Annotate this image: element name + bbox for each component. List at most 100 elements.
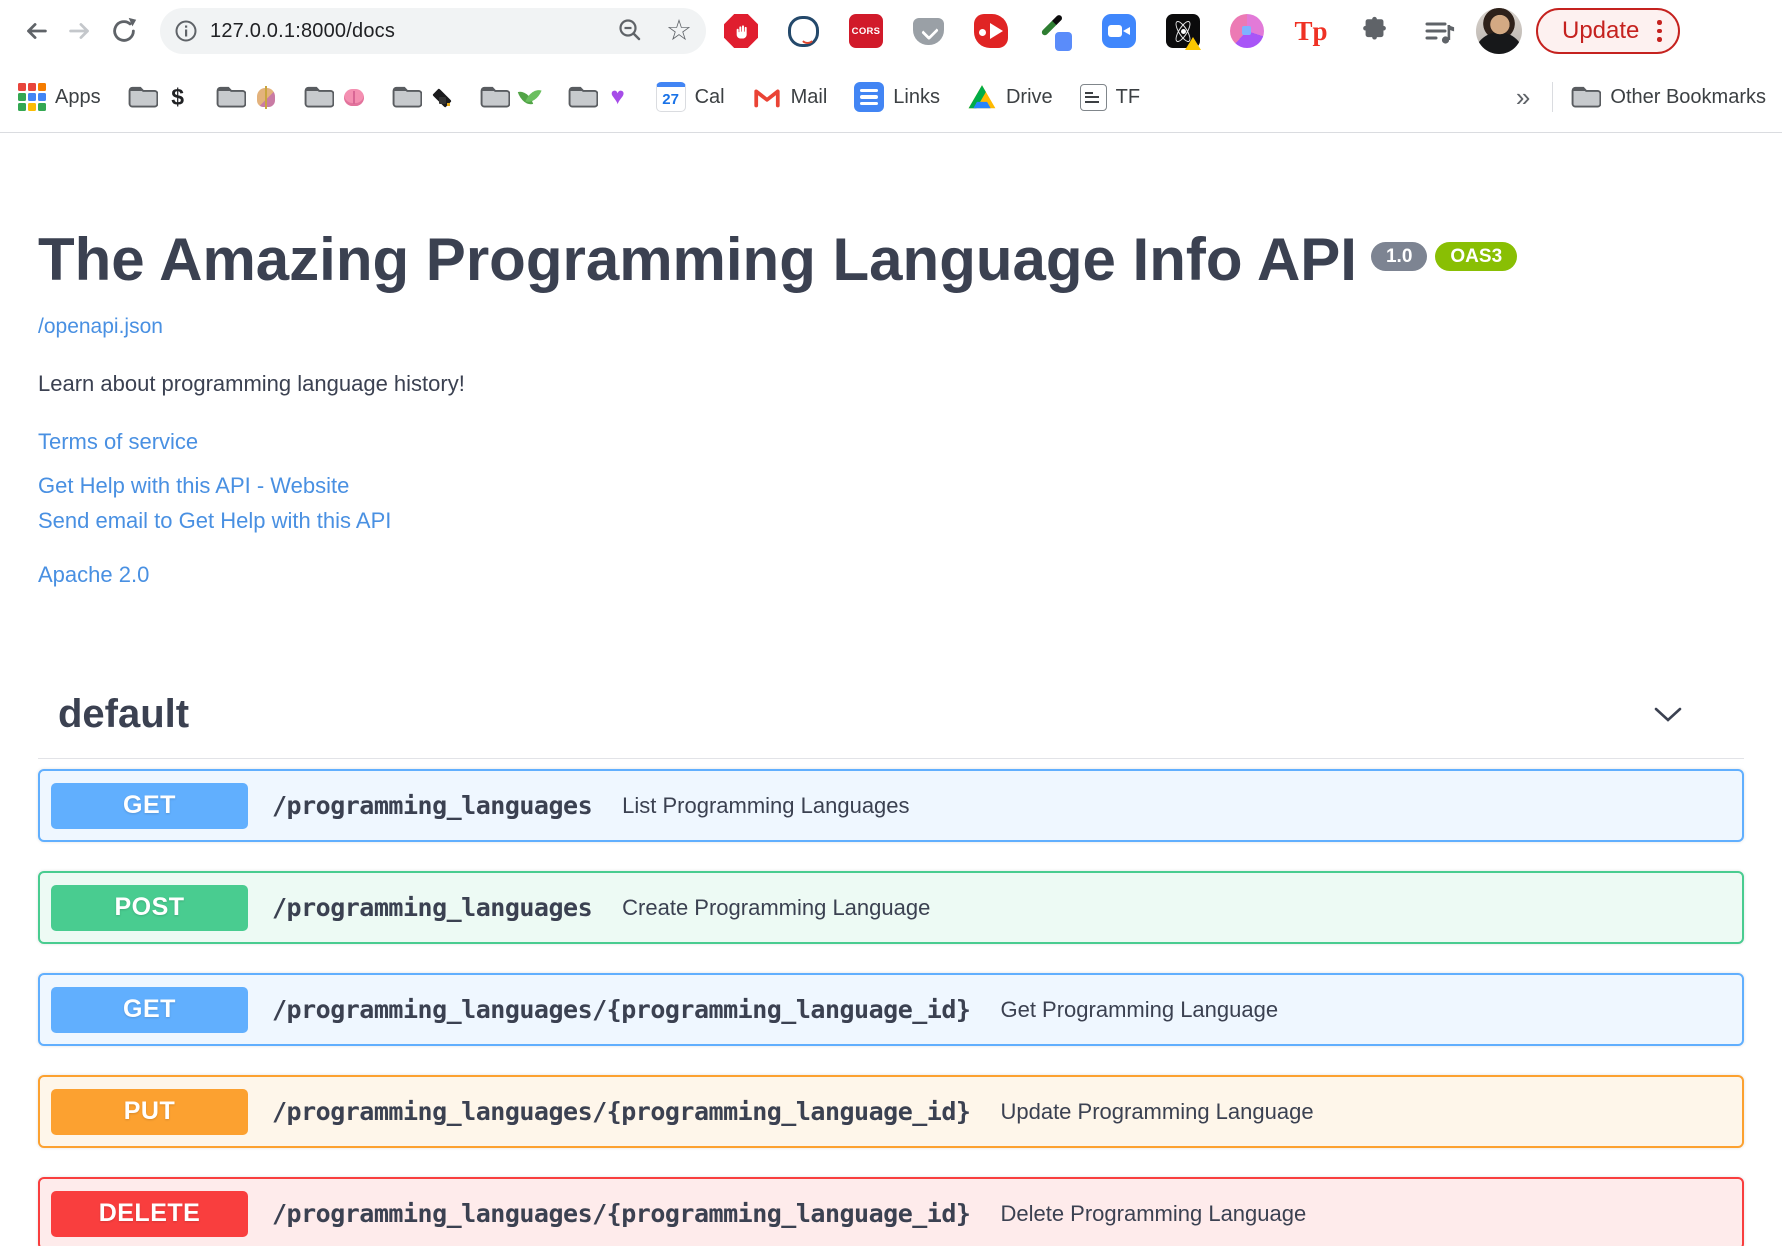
bookmark-mail[interactable]: Mail	[752, 82, 828, 112]
bookmark-label: Drive	[1005, 85, 1053, 108]
method-badge: POST	[51, 884, 248, 931]
extensions-strip: CORS Tp	[724, 14, 1456, 51]
bookmark-tf[interactable]: TF	[1079, 83, 1140, 111]
folder-icon	[392, 86, 422, 108]
chevron-down-icon[interactable]	[1654, 707, 1682, 723]
google-calendar-icon: 27	[655, 82, 686, 112]
profile-avatar[interactable]	[1476, 8, 1522, 54]
oas3-badge: OAS3	[1435, 242, 1518, 271]
version-badge: 1.0	[1370, 242, 1428, 271]
bookmark-folder-purple-heart[interactable]: ♥	[568, 85, 629, 109]
folder-icon	[480, 86, 510, 108]
terms-of-service-link[interactable]: Terms of service	[38, 429, 1744, 455]
bookmark-folder-graduation[interactable]	[392, 85, 453, 109]
google-drive-icon	[968, 85, 996, 109]
dollar-icon: $	[171, 83, 184, 110]
endpoint-row[interactable]: PUT /programming_languages/{programming_…	[38, 1075, 1744, 1148]
folder-icon	[568, 86, 598, 108]
cors-label: CORS	[851, 25, 881, 37]
method-badge: PUT	[51, 1088, 248, 1135]
extensions-puzzle-icon[interactable]	[1358, 14, 1392, 48]
openapi-json-link[interactable]: /openapi.json	[38, 315, 163, 339]
method-badge: GET	[51, 782, 248, 829]
reload-button[interactable]	[102, 9, 146, 53]
bookmarks-divider	[1552, 82, 1554, 112]
bookmark-folder-herb[interactable]	[480, 85, 541, 109]
method-badge: GET	[51, 986, 248, 1033]
bookmarks-bar: Apps $ ♥ 27 Cal Mail Links Drive TF » Ot…	[0, 62, 1782, 133]
site-info-icon[interactable]	[174, 19, 198, 43]
address-bar[interactable]: 127.0.0.1:8000/docs ☆	[160, 8, 706, 54]
apps-grid-icon	[18, 83, 46, 111]
bookmark-apps[interactable]: Apps	[18, 83, 101, 111]
endpoint-summary: List Programming Languages	[622, 792, 910, 818]
page-title: The Amazing Programming Language Info AP…	[38, 228, 1744, 291]
pocket-extension-icon[interactable]	[913, 17, 944, 45]
endpoint-path: /programming_languages	[272, 893, 593, 922]
bookmark-folder-dollar[interactable]: $	[128, 84, 189, 111]
endpoint-row[interactable]: GET /programming_languages List Programm…	[38, 769, 1744, 842]
browser-toolbar: 127.0.0.1:8000/docs ☆ CORS Tp Update	[0, 0, 1782, 62]
endpoint-summary: Update Programming Language	[1000, 1098, 1314, 1124]
endpoint-summary: Create Programming Language	[622, 894, 931, 920]
hand-icon	[736, 25, 747, 39]
tf-favicon	[1079, 83, 1107, 111]
bookmark-drive[interactable]: Drive	[967, 82, 1053, 112]
red-arrow-extension-icon[interactable]	[974, 14, 1008, 48]
url-text[interactable]: 127.0.0.1:8000/docs	[210, 20, 616, 43]
endpoint-summary: Get Programming Language	[1000, 996, 1279, 1022]
help-website-link[interactable]: Get Help with this API - Website	[38, 473, 1744, 499]
endpoint-row[interactable]: GET /programming_languages/{programming_…	[38, 973, 1744, 1046]
zoom-camera-extension-icon[interactable]	[1102, 14, 1136, 48]
folder-icon	[128, 86, 158, 108]
chat-bubble-extension-icon[interactable]	[788, 15, 819, 47]
help-email-link[interactable]: Send email to Get Help with this API	[38, 508, 1744, 534]
endpoint-path: /programming_languages	[272, 791, 593, 820]
media-controls-icon[interactable]	[1422, 14, 1456, 48]
license-link[interactable]: Apache 2.0	[38, 562, 1744, 588]
forward-arrow-icon	[69, 23, 89, 39]
endpoints-list: GET /programming_languages List Programm…	[38, 769, 1744, 1246]
cors-extension-icon[interactable]: CORS	[849, 14, 883, 48]
bookmarks-overflow-chevron[interactable]: »	[1516, 82, 1530, 113]
kebab-menu-icon[interactable]	[1657, 20, 1662, 42]
endpoint-row[interactable]: DELETE /programming_languages/{programmi…	[38, 1177, 1744, 1246]
endpoint-path: /programming_languages/{programming_lang…	[272, 995, 971, 1024]
links-icon	[854, 82, 885, 112]
forward-button[interactable]	[58, 9, 102, 53]
color-picker-extension-icon[interactable]	[1038, 14, 1072, 51]
endpoint-row[interactable]: POST /programming_languages Create Progr…	[38, 871, 1744, 944]
toggl-extension-icon[interactable]: Tp	[1294, 14, 1328, 48]
bookmark-folder-carousel-horse[interactable]	[216, 85, 277, 109]
folder-icon	[304, 86, 334, 108]
bookmark-label: Cal	[694, 85, 725, 108]
bookmark-calendar[interactable]: 27 Cal	[655, 82, 725, 112]
bookmark-label: Mail	[790, 85, 828, 108]
folder-icon	[216, 86, 246, 108]
zoom-out-icon[interactable]	[616, 17, 644, 45]
reload-icon	[113, 17, 137, 42]
endpoint-summary: Delete Programming Language	[1000, 1200, 1307, 1226]
section-header-default[interactable]: default	[38, 692, 1744, 759]
api-description: Learn about programming language history…	[38, 371, 465, 396]
back-button[interactable]	[14, 9, 58, 53]
gmail-icon	[753, 89, 780, 108]
bookmark-label: Other Bookmarks	[1610, 85, 1766, 108]
adblock-extension-icon[interactable]	[724, 14, 758, 48]
bookmark-folder-brain[interactable]	[304, 85, 365, 109]
bookmark-star-icon[interactable]: ☆	[666, 16, 692, 46]
update-label: Update	[1562, 17, 1640, 44]
method-badge: DELETE	[51, 1190, 248, 1237]
graduation-cap-icon	[431, 87, 453, 107]
other-bookmarks[interactable]: Other Bookmarks	[1571, 85, 1766, 109]
recycle-extension-icon[interactable]	[1230, 14, 1264, 48]
bookmark-label: Links	[893, 85, 940, 108]
bookmark-links[interactable]: Links	[854, 82, 940, 112]
api-title-text: The Amazing Programming Language Info AP…	[38, 226, 1357, 293]
react-devtools-extension-icon[interactable]	[1166, 14, 1201, 50]
endpoint-path: /programming_languages/{programming_lang…	[272, 1097, 971, 1126]
endpoint-path: /programming_languages/{programming_lang…	[272, 1199, 971, 1228]
section-title: default	[58, 692, 190, 736]
folder-icon	[1571, 86, 1602, 108]
update-button[interactable]: Update	[1536, 8, 1680, 54]
